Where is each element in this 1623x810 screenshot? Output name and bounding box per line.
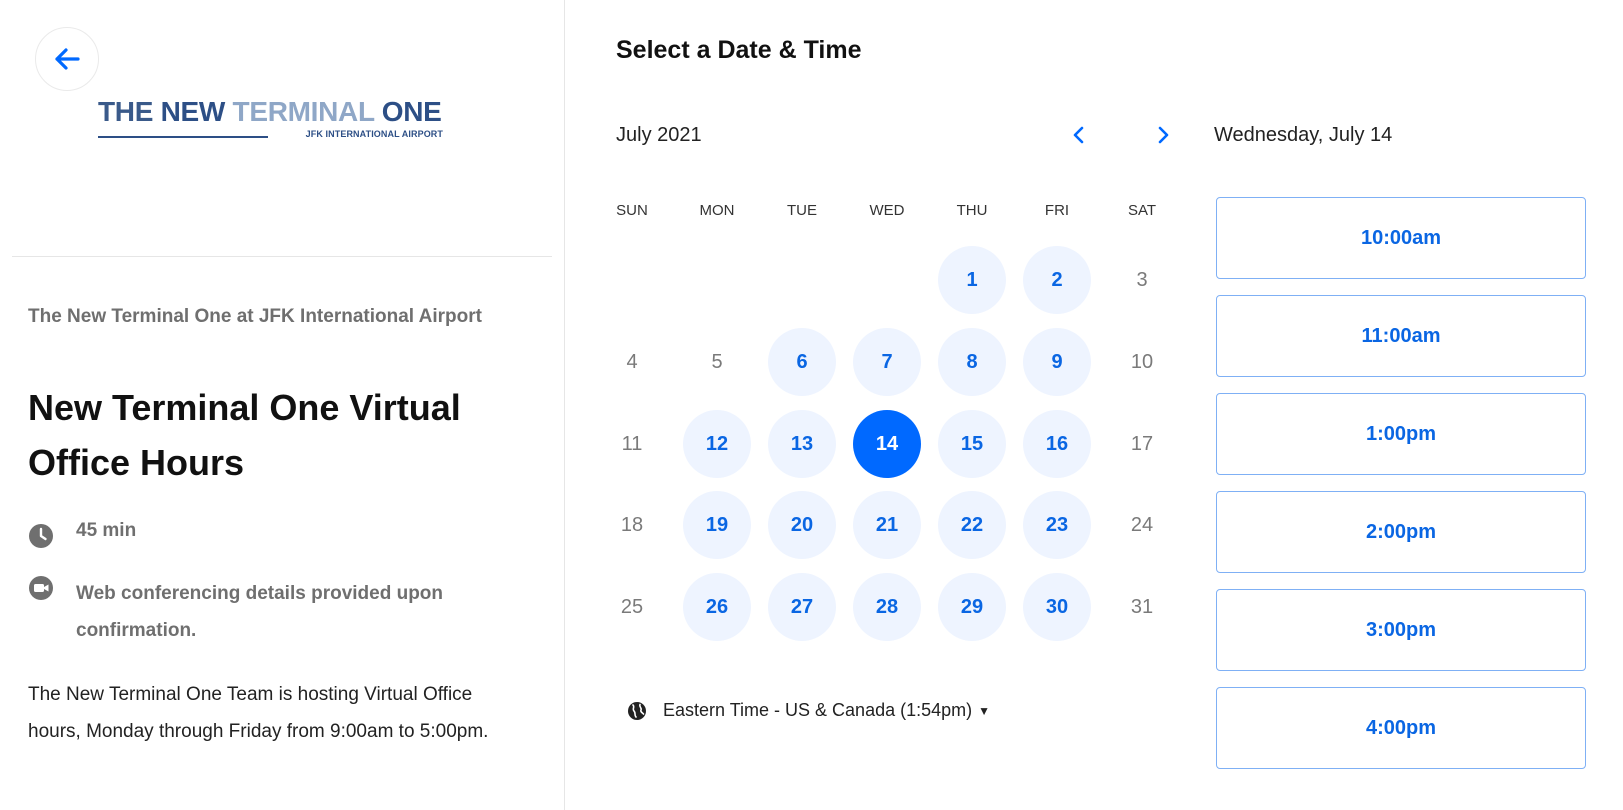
video-camera-icon — [29, 576, 53, 600]
timezone-selector[interactable]: Eastern Time - US & Canada (1:54pm) ▼ — [627, 700, 990, 721]
time-slot-button[interactable]: 2:00pm — [1216, 491, 1586, 573]
calendar-day[interactable]: 16 — [1023, 410, 1091, 478]
calendar-day[interactable]: 21 — [853, 491, 921, 559]
logo-word: TERMINAL — [232, 96, 375, 127]
calendar-day[interactable]: 30 — [1023, 573, 1091, 641]
clock-icon — [29, 524, 53, 548]
calendar-day: 24 — [1130, 513, 1154, 536]
event-details-panel: THE NEW TERMINAL ONE JFK INTERNATIONAL A… — [0, 0, 565, 810]
time-slot-button[interactable]: 11:00am — [1216, 295, 1586, 377]
logo-subtitle: JFK INTERNATIONAL AIRPORT — [305, 129, 443, 139]
conferencing-row: Web conferencing details provided upon c… — [28, 575, 476, 649]
logo-word: NEW — [160, 96, 226, 127]
organization-name: The New Terminal One at JFK Internationa… — [28, 306, 482, 327]
calendar-day[interactable]: 8 — [938, 328, 1006, 396]
calendar-grid: 1 2 3 4 5 6 7 8 9 10 11 12 13 14 15 16 17 18 19 20 21 22 23 24 2… — [597, 0, 1179, 810]
logo-wordmark: THE NEW TERMINAL ONE — [98, 96, 443, 128]
calendar-day[interactable]: 2 — [1023, 246, 1091, 314]
calendar-day[interactable]: 19 — [683, 491, 751, 559]
calendar-day[interactable]: 26 — [683, 573, 751, 641]
logo-rule — [98, 136, 268, 138]
calendar-day: 17 — [1130, 432, 1154, 455]
conferencing-text: Web conferencing details provided upon c… — [76, 583, 444, 641]
duration-text: 45 min — [76, 520, 137, 541]
scheduling-page: THE NEW TERMINAL ONE JFK INTERNATIONAL A… — [0, 0, 1623, 810]
calendar-day[interactable]: 12 — [683, 410, 751, 478]
event-description: The New Terminal One Team is hosting Vir… — [28, 684, 489, 742]
calendar-day[interactable]: 7 — [853, 328, 921, 396]
calendar-day[interactable]: 13 — [768, 410, 836, 478]
calendar-day[interactable]: 23 — [1023, 491, 1091, 559]
selected-date-label: Wednesday, July 14 — [1214, 124, 1393, 146]
timezone-label: Eastern Time - US & Canada (1:54pm) — [663, 700, 973, 720]
time-slot-button[interactable]: 3:00pm — [1216, 589, 1586, 671]
logo-word: THE — [98, 96, 154, 127]
calendar-day[interactable]: 1 — [938, 246, 1006, 314]
calendar-day[interactable]: 27 — [768, 573, 836, 641]
arrow-left-icon — [55, 48, 80, 70]
company-logo: THE NEW TERMINAL ONE JFK INTERNATIONAL A… — [98, 96, 443, 158]
calendar-day[interactable]: 29 — [938, 573, 1006, 641]
globe-icon — [628, 701, 646, 720]
time-slot-button[interactable]: 10:00am — [1216, 197, 1586, 279]
time-slot-button[interactable]: 1:00pm — [1216, 393, 1586, 475]
calendar-day[interactable]: 15 — [938, 410, 1006, 478]
calendar-day[interactable]: 20 — [768, 491, 836, 559]
calendar-day: 3 — [1136, 268, 1148, 291]
calendar-day: 5 — [711, 350, 723, 373]
calendar-day[interactable]: 6 — [768, 328, 836, 396]
calendar-day: 18 — [620, 513, 644, 536]
calendar-day[interactable]: 28 — [853, 573, 921, 641]
event-title: New Terminal One Virtual Office Hours — [28, 387, 461, 483]
caret-down-icon: ▼ — [978, 703, 991, 718]
calendar-day[interactable]: 22 — [938, 491, 1006, 559]
calendar-day: 11 — [621, 432, 643, 455]
calendar-day: 31 — [1130, 595, 1154, 618]
divider — [12, 256, 552, 257]
time-slot-button[interactable]: 4:00pm — [1216, 687, 1586, 769]
calendar-day-selected[interactable]: 14 — [853, 410, 921, 478]
calendar-day[interactable]: 9 — [1023, 328, 1091, 396]
duration-row: 45 min — [28, 520, 136, 549]
logo-word: ONE — [381, 96, 442, 127]
back-button[interactable] — [35, 27, 99, 91]
calendar-day: 4 — [626, 350, 638, 373]
calendar-day: 25 — [620, 595, 644, 618]
calendar-day: 10 — [1130, 350, 1154, 373]
